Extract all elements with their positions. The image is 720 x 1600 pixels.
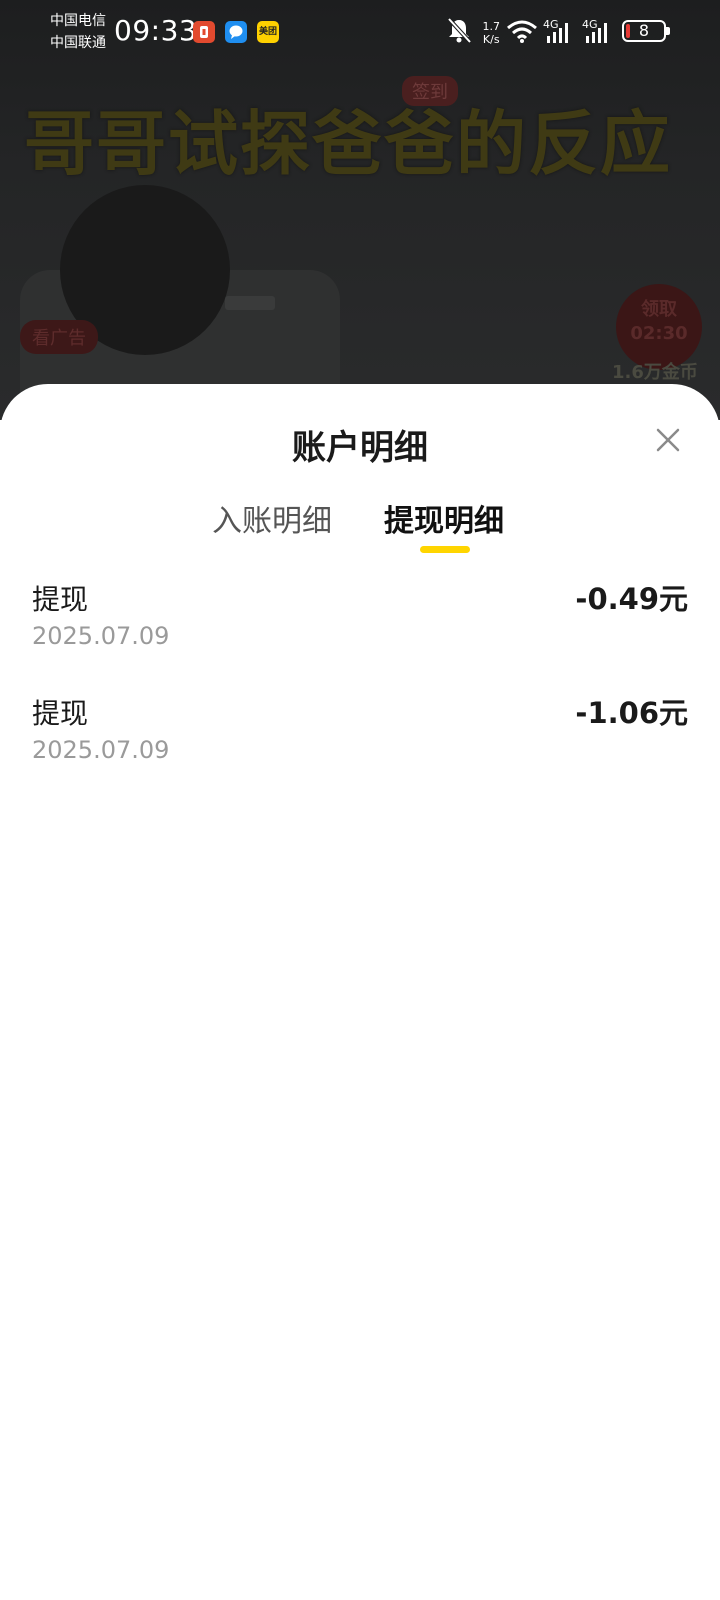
timer-value: 02:30 — [630, 323, 688, 344]
video-title: 哥哥试探爸爸的反应 — [24, 103, 672, 185]
record-amount: -0.49元 — [575, 582, 688, 616]
record-date: 2025.07.09 — [32, 622, 170, 650]
close-icon — [656, 428, 680, 452]
detail-tabs: 入账明细 提现明细 — [0, 496, 720, 566]
battery-tip — [666, 27, 670, 35]
record-amount: -1.06元 — [575, 696, 688, 730]
battery-icon: 8 — [622, 20, 666, 42]
wifi-icon — [506, 20, 538, 48]
list-item[interactable]: 提现 2025.07.09 -0.49元 — [0, 578, 720, 692]
meituan-app-icon: 美团 — [257, 21, 279, 43]
net-speed-value: 1.7 — [482, 20, 501, 33]
screen: 哥哥试探爸爸的反应 签到 看广告 领取 02:30 1.6万金币 中国电信 中国… — [0, 0, 720, 1600]
video-coins-label: 1.6万金币 — [612, 362, 698, 383]
status-time: 09:33 — [114, 14, 198, 47]
video-checkin-tag: 签到 — [402, 76, 458, 106]
withdrawal-list: 提现 2025.07.09 -0.49元 提现 2025.07.09 -1.06… — [0, 578, 720, 806]
record-title: 提现 — [32, 697, 89, 730]
carrier-1: 中国电信 — [50, 13, 106, 29]
signal-2: 4G — [582, 16, 614, 50]
carrier-2: 中国联通 — [50, 35, 106, 51]
battery-level: 8 — [638, 21, 650, 40]
sheet-title: 账户明细 — [292, 428, 428, 468]
tab-income-details[interactable]: 入账明细 — [212, 496, 332, 540]
network-type-1: 4G — [543, 18, 559, 31]
list-item[interactable]: 提现 2025.07.09 -1.06元 — [0, 692, 720, 806]
network-type-2: 4G — [582, 18, 598, 31]
red-app-icon — [193, 21, 215, 43]
status-bar: 中国电信 中国联通 09:33 美团 1.7 K/s 4G 4G 8 — [0, 0, 720, 64]
active-tab-indicator — [420, 546, 470, 553]
record-title: 提现 — [32, 583, 89, 616]
account-details-sheet: 账户明细 入账明细 提现明细 提现 2025.07.09 -0.49元 提现 2… — [0, 384, 720, 1600]
tab-withdrawal-details[interactable]: 提现明细 — [384, 496, 504, 540]
carrier-info: 中国电信 中国联通 — [50, 10, 106, 54]
battery-fill — [626, 24, 630, 38]
message-bubble-icon — [225, 21, 247, 43]
close-button[interactable] — [648, 420, 688, 460]
video-ad-pill: 看广告 — [20, 320, 98, 354]
record-date: 2025.07.09 — [32, 736, 170, 764]
net-speed: 1.7 K/s — [483, 20, 501, 46]
timer-label: 领取 — [641, 299, 677, 320]
video-object — [225, 296, 275, 310]
net-speed-unit: K/s — [482, 33, 500, 46]
bell-muted-icon — [446, 16, 472, 50]
signal-1: 4G — [543, 16, 575, 50]
